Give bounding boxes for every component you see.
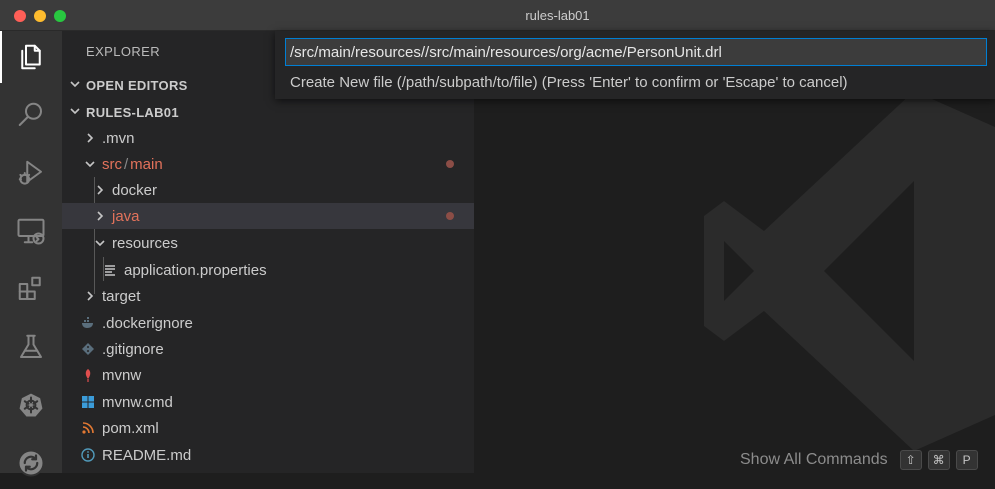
p-key-badge: P <box>955 450 978 470</box>
tree-item-label: .gitignore <box>102 340 164 358</box>
tree-item-label: resources <box>112 234 178 252</box>
tree-item-label: target <box>102 287 141 305</box>
tree-item-target[interactable]: target <box>62 283 474 309</box>
title-bar: rules-lab01 <box>0 0 995 31</box>
kubernetes-icon[interactable] <box>0 379 62 431</box>
cmd-key-badge: ⌘ <box>927 450 950 470</box>
modified-dot <box>446 212 454 220</box>
tree-item-readme-md[interactable]: README.md <box>62 442 474 468</box>
tree-item-src-main[interactable]: src / main <box>62 151 474 177</box>
tree-item-application-properties[interactable]: application.properties <box>62 257 474 283</box>
windows-icon <box>80 394 96 410</box>
vscode-logo-watermark-icon <box>704 91 995 451</box>
tree-item-gitignore[interactable]: .gitignore <box>62 336 474 362</box>
tree-item-label: .mvn <box>102 129 135 147</box>
tree-item-label: pom.xml <box>102 419 159 437</box>
remote-explorer-icon[interactable] <box>0 205 62 257</box>
chevron-right-icon <box>92 182 108 198</box>
new-file-quick-input: Create New file (/path/subpath/to/file) … <box>275 31 995 99</box>
tree-item-label: mvnw.cmd <box>102 393 173 411</box>
tree-item-label: mvnw <box>102 366 142 384</box>
testing-flask-icon[interactable] <box>0 321 62 373</box>
explorer-title: EXPLORER <box>86 44 161 59</box>
search-icon[interactable] <box>0 89 62 141</box>
new-file-path-input[interactable] <box>285 38 987 66</box>
docker-icon <box>80 315 96 331</box>
quick-input-message: Create New file (/path/subpath/to/file) … <box>290 74 848 91</box>
tree-item-label-src: src <box>102 155 122 173</box>
path-separator: / <box>124 155 129 173</box>
tree-item-java[interactable]: java <box>62 203 474 229</box>
extensions-icon[interactable] <box>0 263 62 315</box>
chevron-down-icon <box>92 235 108 251</box>
workspace-header[interactable]: RULES-LAB01 <box>62 99 474 125</box>
tree-item-dockerignore[interactable]: .dockerignore <box>62 310 474 336</box>
chevron-down-icon <box>82 156 98 172</box>
chevron-down-icon <box>66 105 84 120</box>
tree-item-label: README.md <box>102 446 192 464</box>
tree-item-mvn[interactable]: .mvn <box>62 125 474 151</box>
info-icon <box>80 447 96 463</box>
tree-item-label: .dockerignore <box>102 314 193 332</box>
tree-item-mvnw[interactable]: mvnw <box>62 362 474 388</box>
workspace-label: RULES-LAB01 <box>86 104 179 120</box>
chevron-right-icon <box>92 208 108 224</box>
shift-key-badge: ⇧ <box>899 450 922 470</box>
show-all-commands-hint: Show All Commands ⇧ ⌘ P <box>740 450 984 470</box>
activity-bar <box>0 31 62 477</box>
window-title: rules-lab01 <box>525 8 590 23</box>
tree-item-docker[interactable]: docker <box>62 177 474 203</box>
chevron-down-icon <box>66 78 84 93</box>
files-icon[interactable] <box>0 31 62 83</box>
tree-item-label: docker <box>112 181 158 199</box>
tree-item-label: application.properties <box>124 261 267 279</box>
open-editors-label: OPEN EDITORS <box>86 77 188 93</box>
tree-item-pom-xml[interactable]: pom.xml <box>62 415 474 441</box>
tree-item-resources[interactable]: resources <box>62 230 474 256</box>
tree-item-mvnw-cmd[interactable]: mvnw.cmd <box>62 389 474 415</box>
sync-icon[interactable] <box>0 437 62 489</box>
chevron-right-icon <box>82 130 98 146</box>
tree-item-label: java <box>112 207 140 225</box>
chevron-right-icon <box>82 288 98 304</box>
git-icon <box>80 341 96 357</box>
maven-feather-icon <box>80 367 96 383</box>
properties-file-icon <box>102 262 118 278</box>
tree-item-label-main: main <box>130 155 163 173</box>
modified-dot <box>446 160 454 168</box>
rss-xml-icon <box>80 420 96 436</box>
run-debug-icon[interactable] <box>0 147 62 199</box>
show-all-commands-label: Show All Commands <box>740 451 888 468</box>
